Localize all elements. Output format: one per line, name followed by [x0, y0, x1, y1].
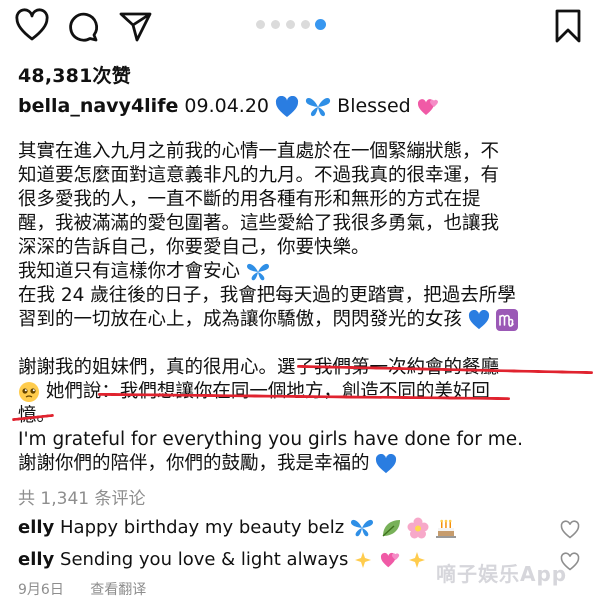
comment-row: elly Sending you love & light always [18, 549, 428, 570]
post-meta: 9月6日 查看翻译 [18, 579, 168, 599]
caption-line: 很多愛我的人，一直不斷的用各種有形和無形的方式在提 [18, 189, 481, 210]
blue-heart-icon [276, 95, 299, 117]
carousel-dot [286, 20, 295, 29]
comment-username[interactable]: elly [18, 517, 54, 538]
sparkles-icon [408, 552, 425, 568]
carousel-dot [301, 20, 310, 29]
caption-line-text: 習到的一切放在心上，成為讓你驕傲，閃閃發光的女孩 [18, 309, 463, 330]
bookmark-icon[interactable] [550, 8, 586, 44]
caption-line-with-emoji: 謝謝你們的陪伴，你們的鼓勵，我是幸福的 [18, 452, 578, 476]
caption-line-text: 我知道只有這樣你才會安心 [18, 261, 241, 282]
flower-icon [407, 517, 429, 539]
heart-icon[interactable] [14, 8, 50, 44]
caption-line: I'm grateful for everything you girls ha… [18, 429, 524, 450]
two-hearts-icon [417, 98, 438, 115]
comment-text: Sending you love & light always [60, 549, 349, 570]
caption-line: 其實在進入九月之前我的心情一直處於在一個緊繃狀態，不 [18, 141, 500, 162]
comment-text: Happy birthday my beauty belz [60, 517, 345, 538]
blue-heart-icon [376, 454, 397, 474]
carousel-dot [256, 20, 265, 29]
caption-line-with-emoji: 我知道只有這樣你才會安心 [18, 260, 578, 284]
leaf-icon [382, 520, 400, 537]
comment-username[interactable]: elly [18, 549, 54, 570]
birthday-cake-icon [436, 519, 457, 538]
carousel-dot-active [315, 19, 326, 30]
pleading-face-icon [19, 382, 39, 402]
caption-line: 在我 24 歲往後的日子，我會把每天過的更踏實，把過去所學 [18, 285, 516, 306]
see-translation-link[interactable]: 查看翻译 [90, 582, 146, 598]
sparkles-icon [355, 552, 372, 568]
comment-row: elly Happy birthday my beauty belz [18, 517, 457, 539]
view-all-comments-link[interactable]: 共 1,341 条评论 [18, 484, 145, 509]
caption-header: bella_navy4life 09.04.20 Blessed [18, 95, 441, 118]
caption-line: 知道要怎麼面對這意義非凡的九月。不過我真的很幸運，有 [18, 165, 500, 186]
comment-icon[interactable] [64, 8, 100, 44]
blue-heart-icon [468, 310, 489, 330]
carousel-dot [271, 20, 280, 29]
action-bar [0, 0, 600, 50]
butterfly-icon [246, 263, 269, 281]
caption-username[interactable]: bella_navy4life [18, 95, 178, 117]
caption-body: 其實在進入九月之前我的心情一直處於在一個緊繃狀態，不 知道要怎麼面對這意義非凡的… [18, 140, 578, 476]
virgo-icon [495, 309, 518, 331]
comment-like-icon[interactable] [560, 520, 580, 540]
butterfly-icon [350, 519, 373, 537]
butterfly-icon [305, 97, 331, 116]
watermark: 嘀子娱乐App [436, 562, 568, 586]
caption-line-text: 謝謝你們的陪伴，你們的鼓勵，我是幸福的 [18, 453, 370, 474]
post-date: 9月6日 [18, 582, 64, 598]
likes-count[interactable]: 48,381次赞 [18, 61, 131, 88]
caption-line: 謝謝我的姐妹們，真的很用心。選了我們第一次約會的餐廳 [18, 357, 500, 378]
share-icon[interactable] [118, 8, 154, 44]
two-hearts-icon [380, 552, 400, 568]
caption-line-with-emoji: 習到的一切放在心上，成為讓你驕傲，閃閃發光的女孩 [18, 308, 578, 332]
caption-header-text: Blessed [337, 95, 411, 117]
caption-line: 深深的告訴自己，你要愛自己，你要快樂。 [18, 237, 370, 258]
caption-line: 醒，我被滿滿的愛包圍著。這些愛給了我很多勇氣，也讓我 [18, 213, 500, 234]
caption-date: 09.04.20 [184, 95, 270, 117]
caption-line: 憶。 [18, 405, 56, 426]
